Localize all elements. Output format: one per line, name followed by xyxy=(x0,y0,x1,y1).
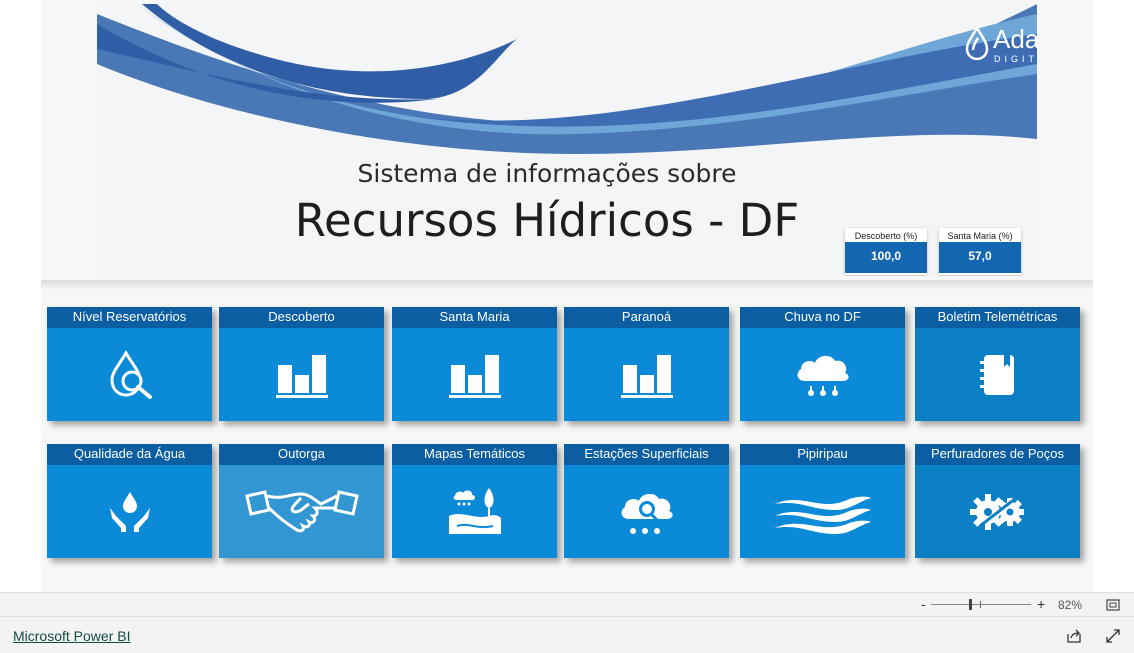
card-value: 100,0 xyxy=(845,242,927,273)
water-waves-icon xyxy=(740,465,905,558)
card-value: 57,0 xyxy=(939,242,1021,273)
tile-label: Outorga xyxy=(219,444,384,465)
hands-drop-icon xyxy=(47,465,212,558)
tile-nivel-reservatorios[interactable]: Nível Reservatórios xyxy=(47,307,212,421)
zoom-slider[interactable] xyxy=(931,599,1031,610)
tile-santa-maria[interactable]: Santa Maria xyxy=(392,307,557,421)
tile-outorga[interactable]: Outorga xyxy=(219,444,384,558)
page-subtitle: Sistema de informações sobre xyxy=(357,159,737,188)
bar-chart-icon xyxy=(564,328,729,421)
tile-estacoes-superficiais[interactable]: Estações Superficiais xyxy=(564,444,729,558)
share-icon[interactable] xyxy=(1066,628,1082,644)
gear-wrench-icon xyxy=(915,465,1080,558)
zoom-slider-thumb[interactable] xyxy=(969,599,972,610)
handshake-icon xyxy=(219,465,384,558)
tile-chuva-no-df[interactable]: Chuva no DF xyxy=(740,307,905,421)
tile-perfuradores-de-pocos[interactable]: Perfuradores de Poços xyxy=(915,444,1080,558)
footer-bar: Microsoft Power BI xyxy=(0,616,1134,653)
report-canvas: Adasa DIGITAL Sistema de informações sob… xyxy=(41,0,1093,592)
bar-chart-icon xyxy=(219,328,384,421)
logo-subtitle: DIGITAL xyxy=(994,54,1037,64)
zoom-bar: - + 82% xyxy=(0,592,1134,617)
tile-paranoa[interactable]: Paranoá xyxy=(564,307,729,421)
tile-label: Qualidade da Água xyxy=(47,444,212,465)
tile-label: Paranoá xyxy=(564,307,729,328)
tile-label: Pipiripau xyxy=(740,444,905,465)
power-bi-link[interactable]: Microsoft Power BI xyxy=(13,628,130,644)
landscape-icon xyxy=(392,465,557,558)
card-label: Santa Maria (%) xyxy=(947,231,1013,241)
tile-mapas-tematicos[interactable]: Mapas Temáticos xyxy=(392,444,557,558)
tile-pipiripau[interactable]: Pipiripau xyxy=(740,444,905,558)
cloud-search-icon xyxy=(564,465,729,558)
zoom-level: 82% xyxy=(1058,598,1083,612)
zoom-out-button[interactable]: - xyxy=(921,596,926,612)
water-search-icon xyxy=(47,328,212,421)
tile-label: Perfuradores de Poços xyxy=(915,444,1080,465)
fit-to-page-icon[interactable] xyxy=(1106,599,1120,611)
fullscreen-icon[interactable] xyxy=(1105,628,1121,644)
zoom-in-button[interactable]: + xyxy=(1037,596,1045,612)
tile-label: Santa Maria xyxy=(392,307,557,328)
logo-drop-icon xyxy=(965,26,989,60)
zoom-slider-tick xyxy=(980,601,981,608)
tile-label: Estações Superficiais xyxy=(564,444,729,465)
tile-descoberto[interactable]: Descoberto xyxy=(219,307,384,421)
tile-label: Mapas Temáticos xyxy=(392,444,557,465)
descoberto-card: Descoberto (%) 100,0 xyxy=(845,228,927,275)
tile-label: Boletim Telemétricas xyxy=(915,307,1080,328)
tile-boletim-telemetricas[interactable]: Boletim Telemétricas xyxy=(915,307,1080,421)
tile-qualidade-da-agua[interactable]: Qualidade da Água xyxy=(47,444,212,558)
tile-label: Descoberto xyxy=(219,307,384,328)
card-label: Descoberto (%) xyxy=(854,231,918,241)
bar-chart-icon xyxy=(392,328,557,421)
tile-label: Chuva no DF xyxy=(740,307,905,328)
banner-divider xyxy=(41,280,1093,290)
rain-cloud-icon xyxy=(740,328,905,421)
tile-label: Nível Reservatórios xyxy=(47,307,212,328)
logo-name: Adasa xyxy=(993,24,1037,54)
notebook-icon xyxy=(915,328,1080,421)
santa-maria-card: Santa Maria (%) 57,0 xyxy=(939,228,1021,275)
adasa-logo: Adasa DIGITAL xyxy=(963,24,1037,69)
header-banner: Adasa DIGITAL Sistema de informações sob… xyxy=(97,4,1037,276)
